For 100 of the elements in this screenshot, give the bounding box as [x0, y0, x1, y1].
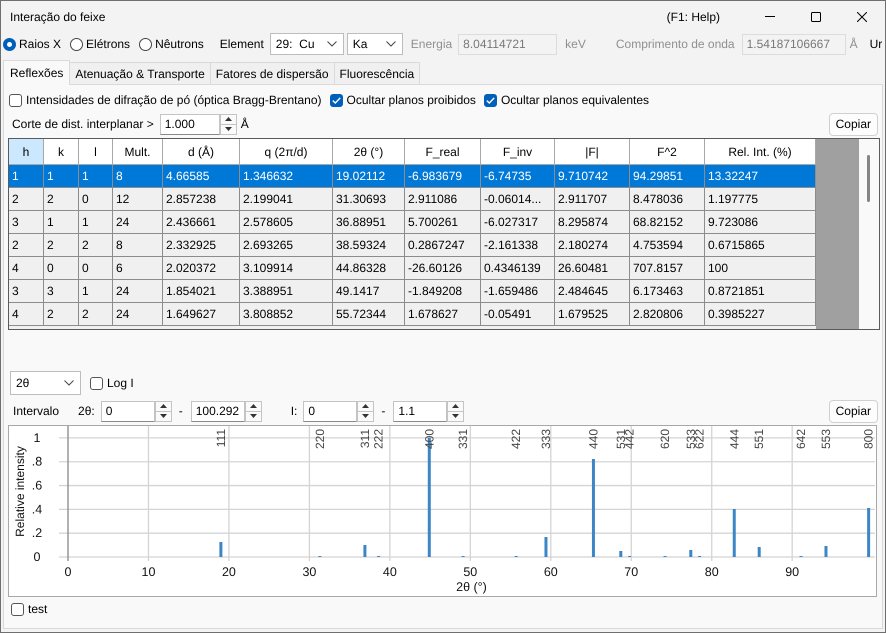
- peak-bar: [544, 537, 548, 557]
- x-tick-label: 70: [624, 565, 638, 579]
- peak-label: 444: [727, 429, 742, 450]
- number-field[interactable]: 0: [100, 400, 155, 422]
- table-row[interactable]: 3 1 1 24 2.436661 2.578605 36.88951 5.700261 -6.027317 8.295874 68.82152 9.723086: [9, 210, 816, 234]
- maximize-icon: [811, 12, 821, 22]
- spin-up-button[interactable]: [220, 114, 237, 124]
- scrollbar-thumb[interactable]: [867, 155, 870, 202]
- caret-down-icon: [362, 414, 370, 418]
- column-header[interactable]: l: [78, 139, 112, 164]
- peak-label: 222: [372, 429, 386, 450]
- table-cell: 1.649627: [162, 302, 240, 326]
- axis-dropdown[interactable]: 2θ: [10, 371, 81, 395]
- column-header[interactable]: |F|: [554, 139, 630, 164]
- caret-down-icon: [160, 414, 167, 418]
- y-tick-label: .4: [32, 502, 42, 516]
- scrollbar[interactable]: [859, 139, 879, 329]
- checkbox[interactable]: [484, 94, 497, 106]
- caret-up-icon: [224, 117, 232, 121]
- table-cell: 2.820806: [630, 302, 704, 326]
- column-header[interactable]: F_real: [404, 139, 480, 164]
- peak-bar: [219, 542, 222, 557]
- column-header[interactable]: Rel. Int. (%): [704, 139, 816, 164]
- table-cell: 4: [9, 302, 44, 326]
- caret-down-icon: [250, 414, 257, 418]
- peak-label: 311: [358, 429, 372, 448]
- caret-up-icon: [160, 404, 167, 408]
- x-axis-title: 2θ (°): [456, 580, 487, 594]
- spin-up-button[interactable]: [447, 400, 464, 412]
- peak-label: 111: [214, 429, 228, 448]
- checkbox[interactable]: [9, 94, 22, 106]
- minimize-icon: [765, 16, 775, 17]
- line-dropdown[interactable]: Ka: [346, 33, 403, 55]
- radio-button[interactable]: [139, 38, 152, 50]
- radio-option[interactable]: Raios X: [3, 37, 62, 51]
- checkbox-option[interactable]: Log I: [90, 376, 134, 390]
- copy-button[interactable]: Copiar: [828, 112, 878, 136]
- y-tick-label: .8: [32, 454, 42, 469]
- number-field[interactable]: 0: [303, 400, 358, 422]
- chevron-down-icon: [326, 41, 337, 47]
- checkbox-option[interactable]: Intensidades de difração de pó (óptica Bragg-Brentano): [9, 93, 322, 107]
- x-tick-label: 90: [785, 565, 800, 579]
- checkbox-option[interactable]: test: [11, 602, 48, 616]
- spin-down-button[interactable]: [447, 412, 464, 422]
- range-axis-label: I:: [290, 404, 298, 418]
- checkbox-option[interactable]: Ocultar planos proibidos: [330, 93, 476, 107]
- spin-up-button[interactable]: [154, 400, 172, 412]
- peak-label: 333: [538, 429, 553, 450]
- number-field[interactable]: 1.000: [160, 114, 220, 134]
- spin-down-button[interactable]: [357, 412, 374, 422]
- tab[interactable]: Reflexões: [3, 60, 70, 85]
- copy-button[interactable]: Copiar: [828, 400, 878, 422]
- table-row[interactable]: 1 1 1 8 4.66585 1.346632 19.02112 -6.983679 -6.74735 9.710742 94.29851 13.32247: [9, 164, 816, 188]
- checkbox[interactable]: [330, 94, 343, 106]
- x-tick-label: 0: [64, 565, 72, 579]
- table-cell: 1.679525: [554, 302, 630, 326]
- spin-up-button[interactable]: [357, 400, 374, 412]
- radio-button[interactable]: [70, 38, 84, 50]
- peak-bar: [619, 551, 622, 557]
- table-row[interactable]: 2 2 2 8 2.332925 2.693265 38.59324 0.2867247 -2.161338 2.180274 4.753594 0.6715865: [9, 234, 816, 256]
- close-icon: [857, 12, 867, 22]
- column-header[interactable]: q (2π/d): [240, 139, 332, 164]
- caret-up-icon: [250, 404, 257, 408]
- table-cell: 2: [44, 302, 78, 326]
- peak-label: 551: [752, 429, 766, 450]
- radio-option[interactable]: Elétrons: [70, 37, 130, 51]
- caret-up-icon: [362, 404, 370, 408]
- radio-button[interactable]: [3, 38, 16, 50]
- table-row[interactable]: 3 3 1 24 1.854021 3.388951 49.1417 -1.849208 -1.659486 2.484645 6.173463 0.8721851: [9, 280, 816, 302]
- column-header[interactable]: Mult.: [112, 139, 162, 164]
- table-cell: 24: [112, 302, 162, 326]
- table-row[interactable]: 2 2 0 12 2.857238 2.199041 31.30693 2.911086 -0.06014... 2.911707 8.478036 1.197775: [9, 188, 816, 210]
- dash-label: -: [381, 404, 386, 418]
- y-tick-label: .6: [32, 478, 42, 493]
- table-cell: 0.3985227: [704, 302, 816, 326]
- table-row[interactable]: 4 0 0 6 2.020372 3.109914 44.86328 -26.60126 0.4346139 26.60481 707.8157 100: [9, 256, 816, 280]
- column-header[interactable]: h: [9, 139, 44, 164]
- number-field[interactable]: 1.1: [393, 400, 448, 422]
- column-header[interactable]: d (Å): [162, 139, 240, 164]
- checkbox[interactable]: [90, 376, 103, 390]
- tab[interactable]: Fluorescência: [334, 62, 420, 84]
- table-cell: 2: [78, 302, 112, 326]
- table-row[interactable]: 4 2 2 24 1.649627 3.808852 55.72344 1.678627 -0.05491 1.679525 2.820806 0.3985227: [9, 302, 816, 326]
- checkbox[interactable]: [11, 602, 24, 616]
- peak-bar: [689, 550, 692, 557]
- column-header[interactable]: 2θ (°): [332, 139, 404, 164]
- peak-bar: [824, 546, 828, 557]
- radio-option[interactable]: Nêutrons: [139, 37, 204, 51]
- column-header[interactable]: k: [44, 139, 78, 164]
- peak-bar: [732, 509, 736, 557]
- x-tick-label: 10: [142, 565, 156, 579]
- column-header[interactable]: F_inv: [480, 139, 554, 164]
- peak-label: 440: [586, 429, 600, 450]
- spin-up-button[interactable]: [244, 400, 262, 412]
- column-header[interactable]: F^2: [630, 139, 704, 164]
- range-axis-label: 2θ:: [78, 404, 95, 418]
- element-dropdown[interactable]: 29: Cu: [270, 33, 344, 55]
- checkbox-option[interactable]: Ocultar planos equivalentes: [484, 93, 650, 107]
- number-field[interactable]: 100.292: [190, 400, 245, 422]
- y-tick-label: 1: [34, 430, 40, 445]
